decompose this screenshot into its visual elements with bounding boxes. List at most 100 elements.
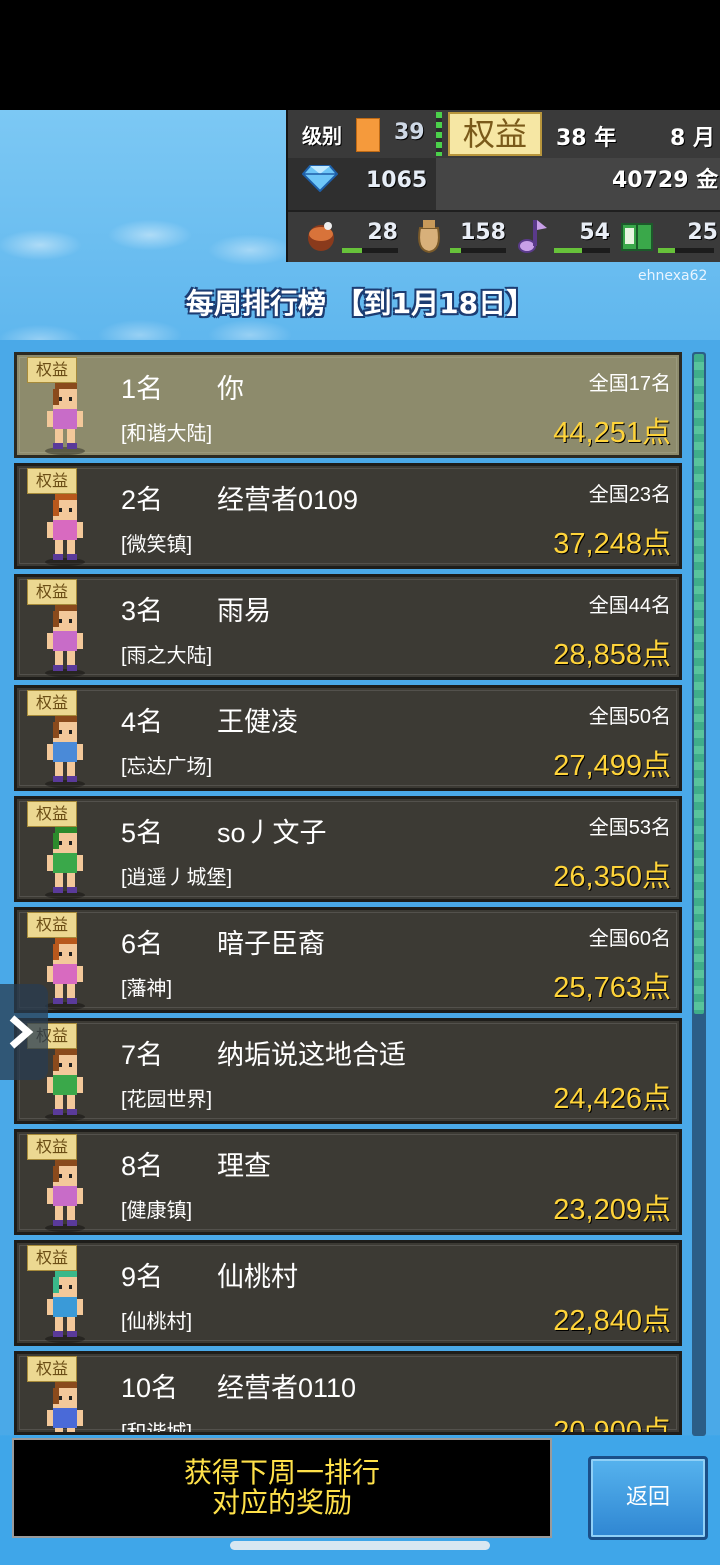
side-menu-toggle[interactable] (0, 984, 48, 1080)
national-rank: 全国53名 (588, 817, 671, 839)
player-name: 雨易 (217, 596, 271, 626)
hud-panel: 级别 39 权益 38 年 8 月 1065 40729 金 28 158 54 25 (286, 110, 720, 262)
rank-position: 10名 (121, 1373, 179, 1403)
player-name: so丿文子 (217, 818, 327, 848)
player-avatar (45, 383, 85, 455)
music-note-icon (518, 220, 547, 253)
score-points: 37,248点 (553, 528, 671, 560)
chevron-right-icon (9, 1015, 34, 1049)
ranking-row[interactable]: 权益 8名 理查 [健康镇] 23,209点 (14, 1129, 682, 1235)
page-title: 每周排行榜 【到1月18日】 (185, 287, 535, 320)
level-label: 级别 (302, 124, 342, 148)
rank-position: 3名 (121, 596, 164, 626)
resource-bar (450, 248, 506, 253)
town-name: [和谐大陆] (121, 423, 213, 445)
ranking-row[interactable]: 权益 5名 so丿文子 [逍遥丿城堡] 全国53名 26,350点 (14, 796, 682, 902)
level-value: 39 (394, 120, 425, 145)
player-name: 你 (217, 374, 244, 404)
sack-icon (418, 220, 440, 254)
scrollbar-thumb[interactable] (694, 354, 704, 1014)
resource-value: 28 (367, 220, 398, 245)
town-name: [藩神] (121, 978, 173, 1000)
town-name: [和谐城] (121, 1422, 193, 1435)
score-points: 23,209点 (553, 1194, 671, 1226)
player-avatar (45, 605, 85, 677)
player-name: 经营者0110 (217, 1373, 357, 1403)
month-value: 8 月 (670, 126, 715, 151)
level-icon (356, 118, 380, 152)
resource-bar (342, 248, 398, 253)
national-rank: 全国17名 (588, 373, 671, 395)
player-name: 王健凌 (217, 707, 298, 737)
gold-amount: 40729 金 (612, 168, 719, 193)
ranking-row[interactable]: 权益 10名 经营者0110 [和谐城] 20,900点 (14, 1351, 682, 1435)
ranking-row[interactable]: 权益 4名 王健凌 [忘达广场] 全国50名 27,499点 (14, 685, 682, 791)
town-name: [雨之大陆] (121, 645, 213, 667)
town-name: [花园世界] (121, 1089, 213, 1111)
player-avatar (47, 1382, 83, 1432)
score-points: 22,840点 (553, 1305, 671, 1337)
tier-badge: 权益 (448, 112, 542, 156)
town-name: [逍遥丿城堡] (121, 867, 233, 889)
reward-text-line1: 获得下周一排行 (183, 1457, 380, 1488)
ranking-row[interactable]: 权益 9名 仙桃村 [仙桃村] 22,840点 (14, 1240, 682, 1346)
score-points: 44,251点 (553, 417, 671, 449)
town-name: [忘达广场] (121, 756, 213, 778)
ranking-row[interactable]: 权益 3名 雨易 [雨之大陆] 全国44名 28,858点 (14, 574, 682, 680)
book-icon (621, 223, 653, 251)
resource-value: 54 (579, 220, 610, 245)
score-points: 26,350点 (553, 861, 671, 893)
score-points: 20,900点 (553, 1416, 671, 1435)
rank-position: 2名 (121, 485, 164, 515)
score-points: 28,858点 (553, 639, 671, 671)
player-avatar (45, 1271, 85, 1343)
rank-position: 1名 (121, 374, 164, 404)
resource-sack: 158 (410, 212, 510, 256)
player-name: 暗子臣裔 (217, 929, 325, 959)
score-points: 27,499点 (553, 750, 671, 782)
reward-info-box: 获得下周一排行 对应的奖励 (12, 1438, 552, 1538)
player-avatar (45, 494, 85, 566)
level-progress-indicator (436, 112, 442, 156)
score-points: 25,763点 (553, 972, 671, 1004)
back-button[interactable]: 返回 (588, 1456, 708, 1540)
ranking-row[interactable]: 权益 7名 纳垢说这地合适 [花园世界] 24,426点 (14, 1018, 682, 1124)
resource-bar (554, 248, 610, 253)
player-name: 经营者0109 (217, 485, 359, 515)
town-name: [健康镇] (121, 1200, 193, 1222)
resource-bar-fill (658, 248, 675, 253)
ranking-row[interactable]: 权益 1名你 [和谐大陆] 全国17名 44,251点 (14, 352, 682, 458)
resource-bar-fill (450, 248, 462, 253)
food-icon (308, 222, 334, 251)
rank-position: 8名 (121, 1151, 164, 1181)
diamond-icon (302, 165, 338, 192)
player-name: 仙桃村 (217, 1262, 298, 1292)
national-rank: 全国44名 (588, 595, 671, 617)
national-rank: 全国60名 (588, 928, 671, 950)
resource-bar-fill (342, 248, 362, 253)
rank-position: 4名 (121, 707, 164, 737)
resource-music-note: 54 (514, 212, 614, 256)
ranking-row[interactable]: 权益 6名 暗子臣裔 [藩神] 全国60名 25,763点 (14, 907, 682, 1013)
rank-position: 6名 (121, 929, 164, 959)
resource-value: 158 (460, 220, 506, 245)
resource-food: 28 (302, 212, 402, 256)
town-name: [仙桃村] (121, 1311, 193, 1333)
gem-count: 1065 (366, 168, 428, 193)
status-bar (0, 0, 720, 110)
year-value: 38 年 (556, 126, 617, 151)
player-avatar (45, 827, 85, 899)
national-rank: 全国50名 (588, 706, 671, 728)
resource-bar (658, 248, 714, 253)
rank-position: 7名 (121, 1040, 164, 1070)
rank-position: 5名 (121, 818, 164, 848)
player-name: 理查 (217, 1151, 271, 1181)
reward-text-line2: 对应的奖励 (211, 1487, 352, 1518)
home-indicator[interactable] (230, 1541, 490, 1550)
player-avatar (45, 1160, 85, 1232)
score-points: 24,426点 (553, 1083, 671, 1115)
player-avatar (45, 716, 85, 788)
resource-value: 25 (687, 220, 718, 245)
ranking-row[interactable]: 权益 2名 经营者0109 [微笑镇] 全国23名 37,248点 (14, 463, 682, 569)
resource-bar-fill (554, 248, 582, 253)
